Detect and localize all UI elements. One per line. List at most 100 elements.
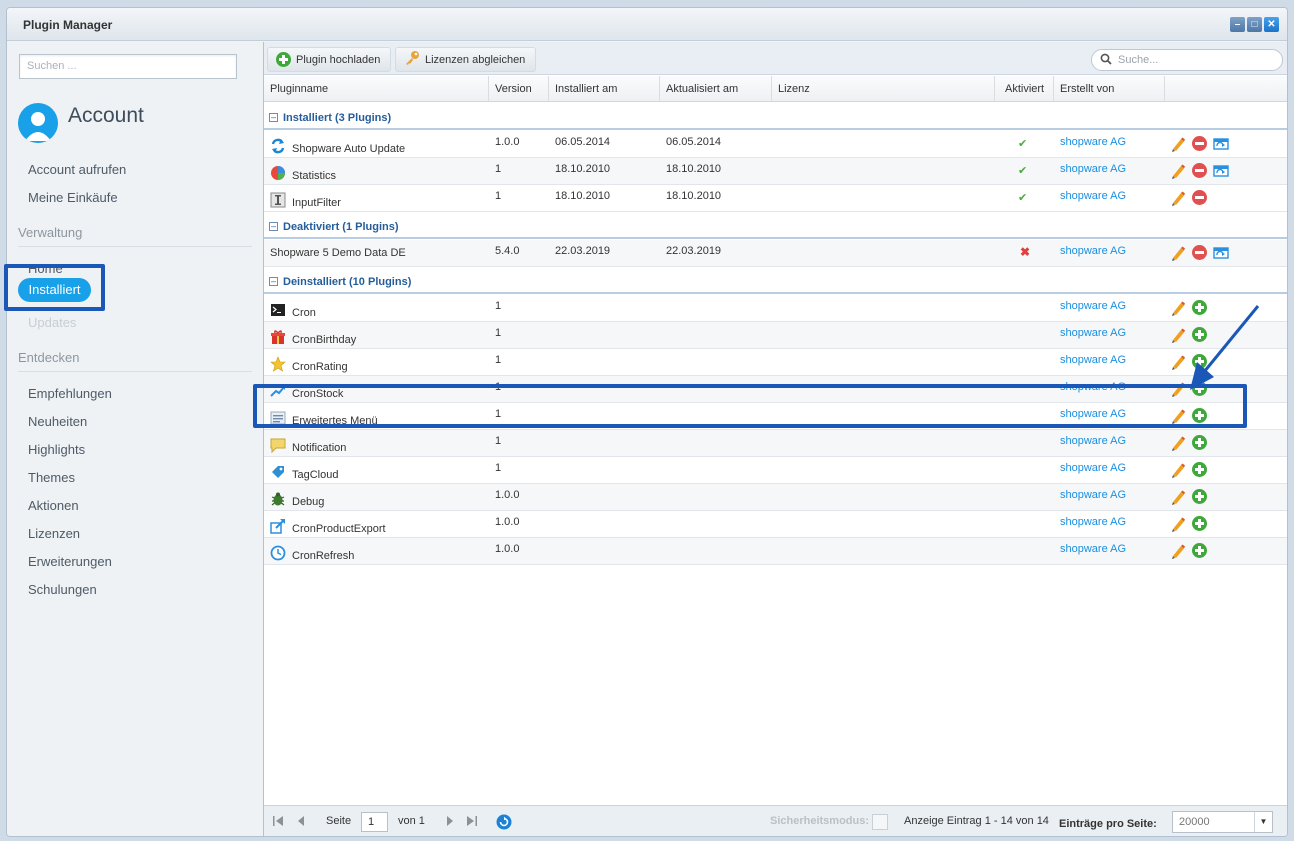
- active-check-icon: ✔: [1018, 138, 1028, 150]
- sidebar-item-themes[interactable]: Themes: [28, 470, 75, 485]
- sidebar-search-input[interactable]: Suchen ...: [19, 54, 237, 79]
- uninstall-minus-icon[interactable]: [1192, 163, 1207, 178]
- uninstall-minus-icon[interactable]: [1192, 245, 1207, 260]
- plugin-row[interactable]: Notification 1 shopware AG: [264, 430, 1287, 457]
- column-version[interactable]: Version: [489, 76, 549, 102]
- per-page-select[interactable]: 20000 ▼: [1172, 811, 1273, 833]
- plugin-version: 5.4.0: [495, 245, 520, 257]
- uninstall-minus-icon[interactable]: [1192, 190, 1207, 205]
- author-link[interactable]: shopware AG: [1060, 136, 1126, 148]
- author-link[interactable]: shopware AG: [1060, 300, 1126, 312]
- edit-pencil-icon[interactable]: [1170, 245, 1186, 261]
- group-header[interactable]: – Deinstalliert (10 Plugins): [264, 267, 1287, 294]
- edit-pencil-icon[interactable]: [1170, 489, 1186, 505]
- sidebar-item-updates[interactable]: Updates: [28, 315, 76, 330]
- divider: [18, 371, 252, 372]
- column-aktiviert[interactable]: Aktiviert: [995, 76, 1054, 102]
- grid-search-placeholder: Suche...: [1118, 54, 1159, 66]
- uninstall-minus-icon[interactable]: [1192, 136, 1207, 151]
- maximize-button[interactable]: □: [1247, 17, 1262, 32]
- reinstall-icon[interactable]: [1213, 163, 1229, 182]
- edit-pencil-icon[interactable]: [1170, 462, 1186, 478]
- plugin-row[interactable]: CronProductExport 1.0.0 shopware AG: [264, 511, 1287, 538]
- refresh-icon[interactable]: [496, 814, 512, 833]
- plugin-version: 1: [495, 327, 502, 339]
- column-aktualisiert-am[interactable]: Aktualisiert am: [660, 76, 772, 102]
- page-input[interactable]: 1: [361, 812, 388, 832]
- sidebar-item-aktionen[interactable]: Aktionen: [28, 498, 79, 513]
- prev-page-icon[interactable]: [295, 815, 307, 830]
- column-pluginname[interactable]: Pluginname: [264, 76, 489, 102]
- plugin-name-cell: CronBirthday: [270, 329, 356, 346]
- author-link[interactable]: shopware AG: [1060, 327, 1126, 339]
- sidebar-link-purchases[interactable]: Meine Einkäufe: [28, 190, 118, 205]
- install-plus-icon[interactable]: [1192, 435, 1207, 450]
- plugin-row[interactable]: CronRefresh 1.0.0 shopware AG: [264, 538, 1287, 565]
- upload-plugin-button[interactable]: Plugin hochladen: [267, 47, 392, 72]
- group-header[interactable]: – Installiert (3 Plugins): [264, 103, 1287, 130]
- reinstall-icon[interactable]: [1213, 136, 1229, 155]
- plus-circle-icon: [276, 52, 291, 67]
- column-lizenz[interactable]: Lizenz: [772, 76, 995, 102]
- plugin-row[interactable]: Shopware 5 Demo Data DE 5.4.0 22.03.2019 22…: [264, 240, 1287, 267]
- author-link[interactable]: shopware AG: [1060, 163, 1126, 175]
- install-plus-icon[interactable]: [1192, 543, 1207, 558]
- plugin-name-cell: Shopware Auto Update: [270, 138, 405, 155]
- last-page-icon[interactable]: [466, 815, 478, 830]
- author-link[interactable]: shopware AG: [1060, 543, 1126, 555]
- plugin-name-cell: Statistics: [270, 165, 336, 182]
- group-header[interactable]: – Deaktiviert (1 Plugins): [264, 212, 1287, 239]
- edit-pencil-icon[interactable]: [1170, 136, 1186, 152]
- install-plus-icon[interactable]: [1192, 489, 1207, 504]
- sidebar-item-neuheiten[interactable]: Neuheiten: [28, 414, 87, 429]
- edit-pencil-icon[interactable]: [1170, 163, 1186, 179]
- author-link[interactable]: shopware AG: [1060, 462, 1126, 474]
- edit-pencil-icon[interactable]: [1170, 516, 1186, 532]
- author-link[interactable]: shopware AG: [1060, 489, 1126, 501]
- first-page-icon[interactable]: [272, 815, 284, 830]
- plugin-row[interactable]: Statistics 1 18.10.2010 18.10.2010 ✔ shopware…: [264, 158, 1287, 185]
- close-button[interactable]: ✕: [1264, 17, 1279, 32]
- edit-pencil-icon[interactable]: [1170, 435, 1186, 451]
- group-label: Installiert (3 Plugins): [283, 112, 392, 124]
- row-actions: [1170, 435, 1207, 451]
- install-plus-icon[interactable]: [1192, 462, 1207, 477]
- minimize-button[interactable]: –: [1230, 17, 1245, 32]
- column-erstellt-von[interactable]: Erstellt von: [1054, 76, 1165, 102]
- edit-pencil-icon[interactable]: [1170, 190, 1186, 206]
- collapse-icon[interactable]: –: [269, 113, 278, 122]
- plugin-row[interactable]: CronBirthday 1 shopware AG: [264, 322, 1287, 349]
- plugin-name-cell: Debug: [270, 491, 324, 508]
- column-installiert-am[interactable]: Installiert am: [549, 76, 660, 102]
- author-link[interactable]: shopware AG: [1060, 245, 1126, 257]
- author-link[interactable]: shopware AG: [1060, 190, 1126, 202]
- plugin-row[interactable]: TagCloud 1 shopware AG: [264, 457, 1287, 484]
- active-check-icon: ✔: [1018, 192, 1028, 204]
- author-link[interactable]: shopware AG: [1060, 354, 1126, 366]
- plugin-version: 1: [495, 435, 502, 447]
- next-page-icon[interactable]: [444, 815, 456, 830]
- sidebar-item-lizenzen[interactable]: Lizenzen: [28, 526, 80, 541]
- plugin-row[interactable]: InputFilter 1 18.10.2010 18.10.2010 ✔ shopwar…: [264, 185, 1287, 212]
- plugin-row[interactable]: Shopware Auto Update 1.0.0 06.05.2014 06.05…: [264, 131, 1287, 158]
- plugin-row[interactable]: CronRating 1 shopware AG: [264, 349, 1287, 376]
- install-plus-icon[interactable]: [1192, 516, 1207, 531]
- plugin-row[interactable]: Debug 1.0.0 shopware AG: [264, 484, 1287, 511]
- reinstall-icon[interactable]: [1213, 245, 1229, 264]
- window-titlebar[interactable]: Plugin Manager – □ ✕: [7, 8, 1287, 41]
- sync-licenses-button[interactable]: Lizenzen abgleichen: [395, 47, 537, 72]
- plugin-row[interactable]: Cron 1 shopware AG: [264, 295, 1287, 322]
- sidebar-item-empfehlungen[interactable]: Empfehlungen: [28, 386, 112, 401]
- sidebar-item-schulungen[interactable]: Schulungen: [28, 582, 97, 597]
- grid-search-input[interactable]: Suche...: [1091, 49, 1283, 71]
- safe-mode-checkbox[interactable]: [872, 814, 888, 830]
- collapse-icon[interactable]: –: [269, 277, 278, 286]
- sidebar-item-highlights[interactable]: Highlights: [28, 442, 85, 457]
- collapse-icon[interactable]: –: [269, 222, 278, 231]
- sidebar-link-account[interactable]: Account aufrufen: [28, 162, 126, 177]
- author-link[interactable]: shopware AG: [1060, 435, 1126, 447]
- sidebar-item-erweiterungen[interactable]: Erweiterungen: [28, 554, 112, 569]
- plugin-version: 1.0.0: [495, 489, 520, 501]
- edit-pencil-icon[interactable]: [1170, 543, 1186, 559]
- author-link[interactable]: shopware AG: [1060, 516, 1126, 528]
